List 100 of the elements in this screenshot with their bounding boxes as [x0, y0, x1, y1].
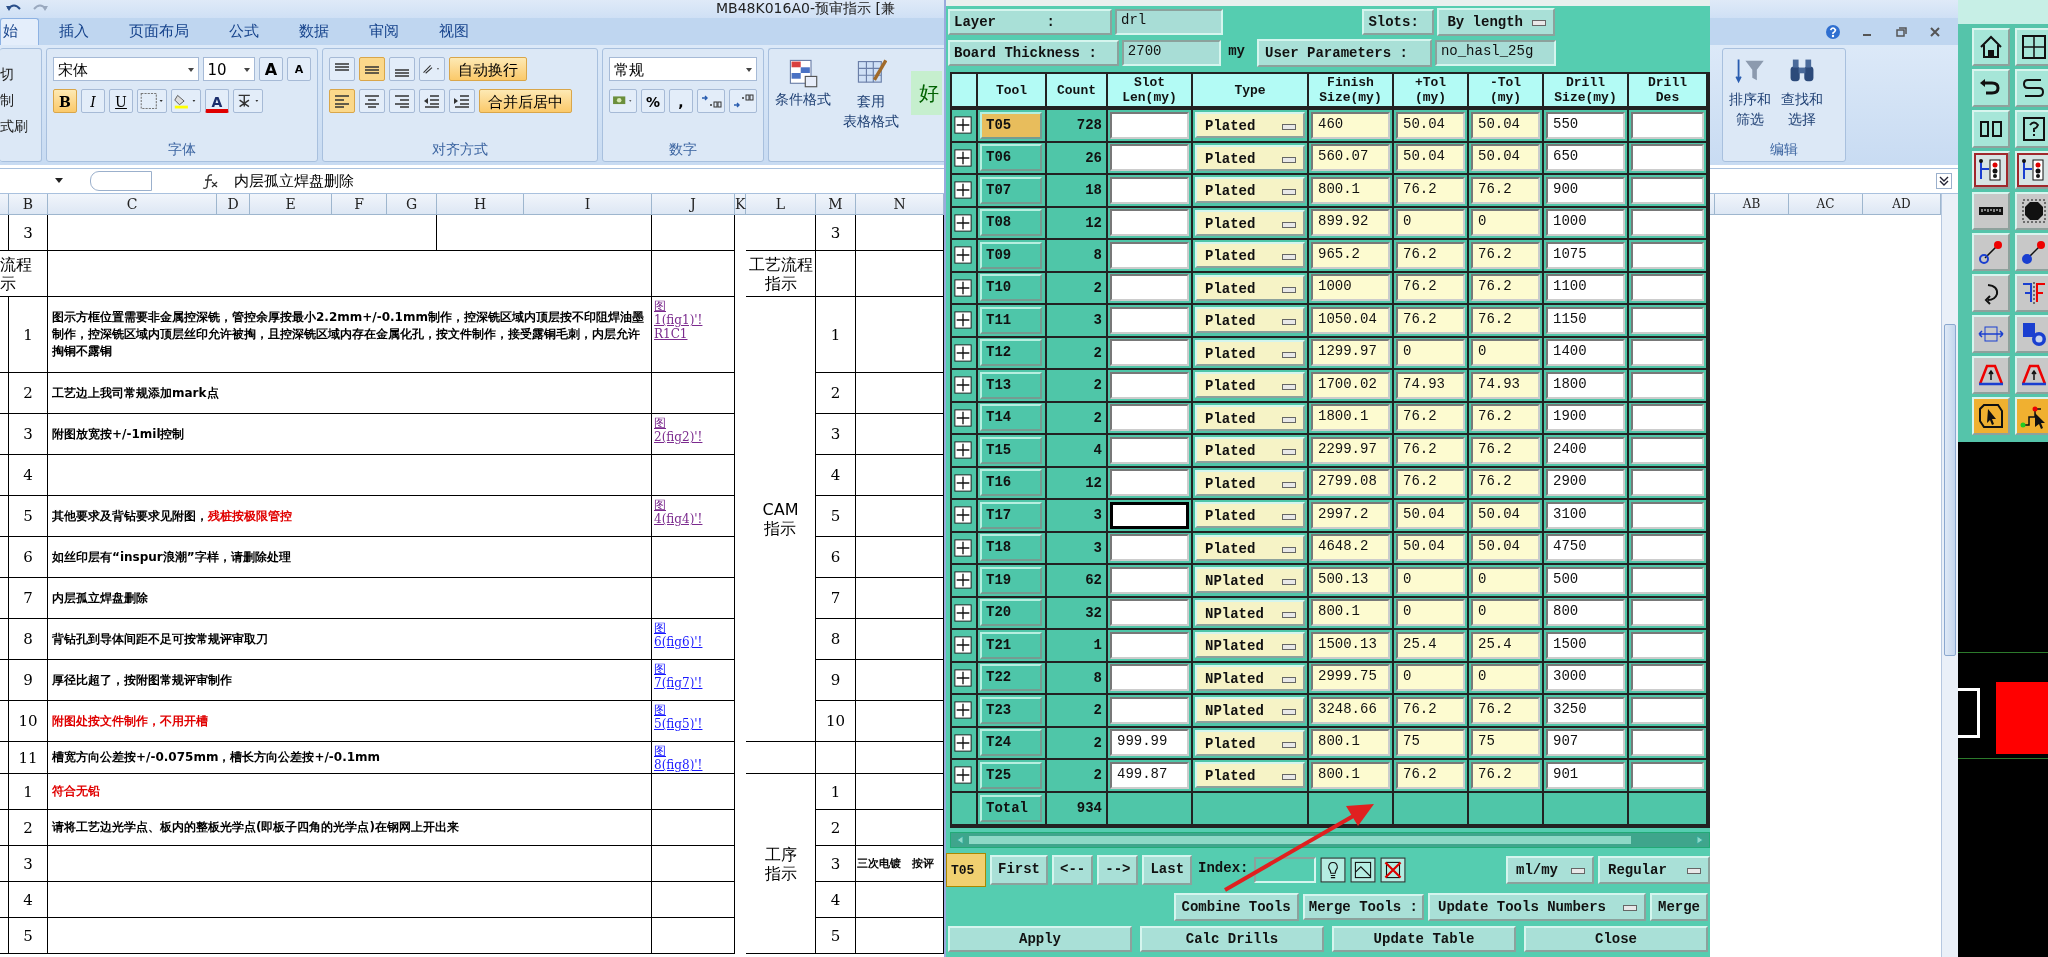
type-dropdown[interactable]: Plated — [1195, 339, 1305, 366]
drill-size-field[interactable]: 901 — [1546, 761, 1625, 789]
tool-button[interactable]: T20 — [980, 599, 1042, 627]
finish-size-field[interactable]: 2997.2 — [1311, 501, 1390, 529]
user-parameters-button[interactable]: User Parameters : — [1257, 39, 1432, 67]
align-bottom-icon[interactable] — [389, 57, 415, 81]
combine-tools-button[interactable]: Combine Tools — [1173, 892, 1299, 921]
tool-button[interactable]: T19 — [980, 566, 1042, 594]
expand-icon[interactable] — [954, 603, 972, 622]
minus-tolerance-field[interactable]: 74.93 — [1471, 371, 1540, 399]
s-curve-icon[interactable] — [2015, 69, 2048, 107]
link[interactable]: 图 2(fig2)'! — [654, 416, 703, 444]
tool-button[interactable]: T09 — [980, 241, 1042, 269]
minus-tolerance-field[interactable]: 76.2 — [1471, 469, 1540, 497]
finish-size-field[interactable]: 1000 — [1311, 274, 1390, 302]
ribbon-tab[interactable]: 公式 — [209, 19, 279, 45]
arch-icon[interactable] — [2015, 356, 2048, 394]
align-left-icon[interactable] — [329, 89, 355, 113]
scrollbar-thumb[interactable] — [969, 835, 1631, 844]
orientation-icon[interactable] — [419, 57, 445, 81]
finish-size-field[interactable]: 800.1 — [1311, 761, 1390, 789]
type-dropdown[interactable]: Plated — [1195, 404, 1305, 431]
merge-mode-dropdown[interactable]: Update Tools Numbers — [1428, 892, 1646, 921]
increase-indent-icon[interactable] — [449, 89, 475, 113]
drill-size-field[interactable]: 1800 — [1546, 371, 1625, 399]
column-header[interactable]: AB — [1715, 194, 1789, 214]
drill-des-field[interactable] — [1631, 631, 1704, 659]
type-dropdown[interactable]: NPlated — [1195, 599, 1305, 626]
mode-dropdown[interactable]: Regular — [1598, 855, 1710, 884]
units-dropdown[interactable]: ml/my — [1506, 855, 1594, 884]
expand-icon[interactable] — [954, 343, 972, 362]
finish-size-field[interactable]: 1700.02 — [1311, 371, 1390, 399]
column-header[interactable]: G — [387, 194, 437, 214]
clipboard-button[interactable]: 切 — [0, 63, 41, 85]
conditional-format-button[interactable]: 条件格式 — [775, 57, 831, 109]
drill-size-field[interactable]: 500 — [1546, 566, 1625, 594]
type-dropdown[interactable]: Plated — [1195, 274, 1305, 301]
grid-icon[interactable] — [2015, 28, 2048, 66]
slot-length-field[interactable]: 999.99 — [1110, 729, 1189, 757]
layer-field[interactable]: drl — [1115, 9, 1223, 35]
finish-size-field[interactable]: 800.1 — [1311, 729, 1390, 757]
minus-tolerance-field[interactable]: 50.04 — [1471, 534, 1540, 562]
drill-size-field[interactable]: 3250 — [1546, 696, 1625, 724]
scrollbar[interactable] — [1941, 194, 1958, 957]
expand-icon[interactable] — [954, 376, 972, 395]
merge-button[interactable]: Merge — [1650, 892, 1708, 921]
expand-icon[interactable] — [954, 278, 972, 297]
plus-tolerance-field[interactable]: 0 — [1396, 339, 1465, 367]
align-center-icon[interactable] — [359, 89, 385, 113]
finish-size-field[interactable]: 500.13 — [1311, 566, 1390, 594]
expand-icon[interactable] — [954, 571, 972, 590]
expand-icon[interactable] — [954, 213, 972, 232]
tool-button[interactable]: T07 — [980, 176, 1042, 204]
drill-size-field[interactable]: 900 — [1546, 176, 1625, 204]
drill-des-field[interactable] — [1631, 436, 1704, 464]
drill-size-field[interactable]: 800 — [1546, 599, 1625, 627]
navigation-button[interactable]: Last — [1142, 854, 1193, 885]
drill-size-field[interactable]: 2900 — [1546, 469, 1625, 497]
column-header[interactable]: H — [437, 194, 524, 214]
type-dropdown[interactable]: NPlated — [1195, 567, 1305, 594]
font-color-button[interactable]: A — [205, 89, 229, 113]
merge-center-button[interactable]: 合并后居中 — [479, 89, 572, 113]
scrollbar[interactable] — [950, 831, 1710, 848]
link[interactable]: 图 8(fig8)'! — [654, 744, 703, 772]
plus-tolerance-field[interactable]: 76.2 — [1396, 306, 1465, 334]
plus-tolerance-field[interactable]: 76.2 — [1396, 241, 1465, 269]
drill-des-field[interactable] — [1631, 371, 1704, 399]
tool-button[interactable]: T21 — [980, 631, 1042, 659]
restore-icon[interactable] — [1893, 24, 1909, 40]
scrollbar-thumb[interactable] — [1944, 324, 1956, 656]
ribbon-tab[interactable]: 插入 — [39, 19, 109, 45]
type-dropdown[interactable]: Plated — [1195, 242, 1305, 269]
drill-des-field[interactable] — [1631, 111, 1704, 139]
finish-size-field[interactable]: 3248.66 — [1311, 696, 1390, 724]
action-button[interactable]: Close — [1524, 925, 1708, 952]
tool-button[interactable]: T10 — [980, 274, 1042, 302]
minus-tolerance-field[interactable]: 76.2 — [1471, 404, 1540, 432]
finish-size-field[interactable]: 800.1 — [1311, 599, 1390, 627]
type-dropdown[interactable]: Plated — [1195, 534, 1305, 561]
minus-tolerance-field[interactable]: 0 — [1471, 664, 1540, 692]
plus-tolerance-field[interactable]: 76.2 — [1396, 436, 1465, 464]
drill-des-field[interactable] — [1631, 209, 1704, 237]
tool-button[interactable]: T22 — [980, 664, 1042, 692]
minus-tolerance-field[interactable]: 0 — [1471, 599, 1540, 627]
tool-button[interactable]: T18 — [980, 534, 1042, 562]
type-dropdown[interactable]: Plated — [1195, 177, 1305, 204]
plus-tolerance-field[interactable]: 0 — [1396, 664, 1465, 692]
navigation-button[interactable]: --> — [1097, 854, 1139, 885]
plus-tolerance-field[interactable]: 76.2 — [1396, 761, 1465, 789]
column-header[interactable]: L — [746, 194, 816, 214]
finish-size-field[interactable]: 2299.97 — [1311, 436, 1390, 464]
minus-tolerance-field[interactable]: 76.2 — [1471, 436, 1540, 464]
column-header[interactable]: J — [652, 194, 735, 214]
drill-des-field[interactable] — [1631, 144, 1704, 172]
minus-tolerance-field[interactable]: 76.2 — [1471, 274, 1540, 302]
expand-icon[interactable] — [954, 181, 972, 200]
finish-size-field[interactable]: 2799.08 — [1311, 469, 1390, 497]
phonetic-icon[interactable] — [233, 89, 263, 113]
measure-icon[interactable] — [1972, 315, 2010, 353]
drill-des-field[interactable] — [1631, 566, 1704, 594]
